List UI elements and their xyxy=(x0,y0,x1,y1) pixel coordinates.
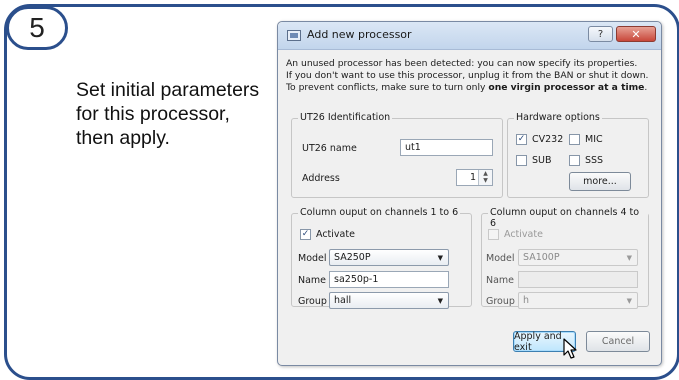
mouse-pointer-icon xyxy=(563,338,577,359)
step-number-badge: 5 xyxy=(6,6,68,50)
dialog-title: Add new processor xyxy=(307,28,412,41)
left-activate-label: Activate xyxy=(316,229,355,240)
left-name-input[interactable]: sa250p-1 xyxy=(329,271,449,288)
cv232-checkbox[interactable]: ✓ xyxy=(516,134,527,145)
right-model-label: Model xyxy=(486,253,515,264)
info-line-1: An unused processor has been detected: y… xyxy=(286,58,638,69)
right-output-group: Column ouput on channels 4 to 6 Activate… xyxy=(481,207,649,309)
right-name-label: Name xyxy=(486,275,515,286)
left-model-select[interactable]: SA250P ▼ xyxy=(329,249,449,266)
mic-checkbox[interactable] xyxy=(569,134,580,145)
address-value: 1 xyxy=(469,172,476,183)
mic-label: MIC xyxy=(585,134,603,145)
instruction-text: Set initial parameters for this processo… xyxy=(76,78,286,150)
dialog-titlebar[interactable]: Add new processor ? ✕ xyxy=(278,22,661,50)
address-stepper[interactable]: 1 ▲ ▼ xyxy=(456,169,493,186)
hardware-options-title: Hardware options xyxy=(514,112,602,123)
address-label: Address xyxy=(302,173,340,184)
close-button[interactable]: ✕ xyxy=(616,26,656,42)
info-text: An unused processor has been detected: y… xyxy=(286,58,658,94)
identification-group-title: UT26 Identification xyxy=(298,112,393,123)
stepper-down-icon[interactable]: ▼ xyxy=(479,177,492,184)
left-group-label: Group xyxy=(298,296,327,307)
left-output-group: Column ouput on channels 1 to 6 ✓ Activa… xyxy=(291,207,472,309)
right-output-title: Column ouput on channels 4 to 6 xyxy=(488,207,648,229)
right-model-select[interactable]: SA100P ▼ xyxy=(518,249,638,266)
info-emphasis: one virgin processor at a time xyxy=(488,82,645,93)
right-name-input[interactable] xyxy=(518,271,638,288)
left-model-label: Model xyxy=(298,253,327,264)
sss-checkbox[interactable] xyxy=(569,155,580,166)
hardware-options-group: Hardware options ✓ CV232 MIC SUB SSS mor… xyxy=(507,112,649,198)
instruction-line-3: then apply. xyxy=(76,127,170,149)
left-group-select[interactable]: hall ▼ xyxy=(329,292,449,309)
sub-label: SUB xyxy=(532,155,552,166)
instruction-line-1: Set initial parameters xyxy=(76,79,260,101)
address-stepper-buttons[interactable]: ▲ ▼ xyxy=(478,170,492,185)
sub-checkbox[interactable] xyxy=(516,155,527,166)
add-processor-dialog: Add new processor ? ✕ An unused processo… xyxy=(277,21,662,366)
right-activate-checkbox[interactable] xyxy=(488,229,499,240)
info-line-2: If you don't want to use this processor,… xyxy=(286,70,649,81)
ut26-name-label: UT26 name xyxy=(302,143,357,154)
step-number: 5 xyxy=(29,12,45,43)
instruction-line-2: for this processor, xyxy=(76,103,230,125)
chevron-down-icon: ▼ xyxy=(437,254,443,262)
info-line-3: To prevent conflicts, make sure to turn … xyxy=(286,82,648,93)
stepper-up-icon[interactable]: ▲ xyxy=(479,170,492,177)
sss-label: SSS xyxy=(585,155,604,166)
cv232-label: CV232 xyxy=(532,134,564,145)
chevron-down-icon: ▼ xyxy=(437,297,443,305)
help-button[interactable]: ? xyxy=(588,26,613,42)
left-output-title: Column ouput on channels 1 to 6 xyxy=(298,207,461,218)
identification-group: UT26 Identification UT26 name ut1 Addres… xyxy=(291,112,503,198)
app-window-icon xyxy=(287,30,301,41)
ut26-name-input[interactable]: ut1 xyxy=(400,139,493,156)
left-activate-checkbox[interactable]: ✓ xyxy=(300,229,311,240)
right-group-label: Group xyxy=(486,296,515,307)
cancel-button[interactable]: Cancel xyxy=(586,331,650,352)
chevron-down-icon: ▼ xyxy=(626,297,632,305)
chevron-down-icon: ▼ xyxy=(626,254,632,262)
left-name-label: Name xyxy=(298,275,327,286)
right-activate-label: Activate xyxy=(504,229,543,240)
right-group-select[interactable]: h ▼ xyxy=(518,292,638,309)
more-button[interactable]: more... xyxy=(569,172,631,191)
